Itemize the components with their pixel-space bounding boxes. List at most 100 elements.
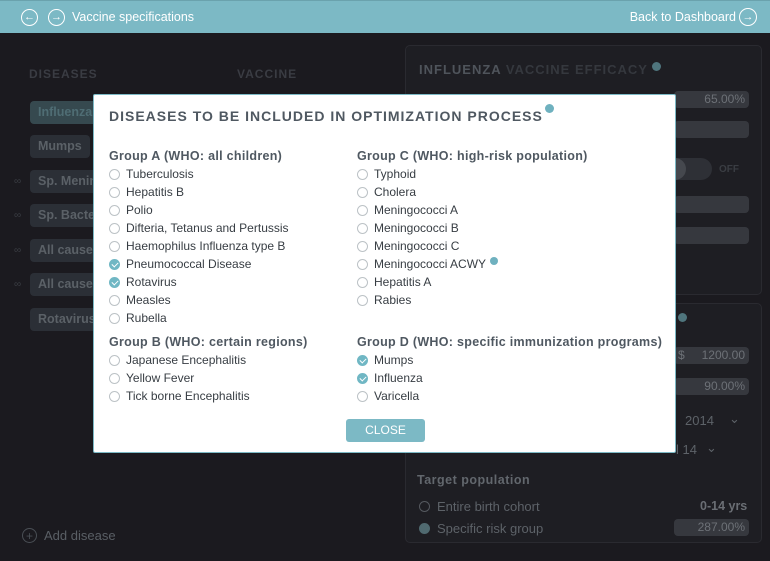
option-rotavirus[interactable]: Rotavirus [109,273,289,291]
checkbox[interactable] [109,294,120,306]
radio-specific-risk-group[interactable] [419,523,430,534]
option-measles[interactable]: Measles [109,291,289,309]
checkbox[interactable] [357,240,368,252]
chevron-down-icon[interactable]: ⌄ [706,440,717,456]
option-tick-borne-encephalitis[interactable]: Tick borne Encephalitis [109,387,308,405]
checkbox[interactable] [109,186,120,198]
option-mumps[interactable]: Mumps [357,351,662,369]
option-japanese-encephalitis[interactable]: Japanese Encephalitis [109,351,308,369]
checkbox[interactable] [109,168,120,180]
group-c: Group C (WHO: high-risk population) Typh… [357,149,588,309]
disease-chip-mumps[interactable]: Mumps [30,135,90,158]
option-hepatitis-b[interactable]: Hepatitis B [109,183,289,201]
option-label: Meningococci A [374,203,459,217]
checkbox[interactable] [357,276,368,288]
option-label: Haemophilus Influenza type B [126,239,286,253]
checkbox[interactable] [357,390,368,402]
checkbox-checked[interactable] [109,258,120,270]
option-label: Typhoid [374,167,417,181]
group-d: Group D (WHO: specific immunization prog… [357,335,662,405]
arrow-right-circle-icon[interactable]: → [739,8,757,26]
info-icon[interactable] [652,62,662,71]
risk-group-field[interactable]: 287.00% [674,519,749,536]
checkbox[interactable] [357,258,368,270]
option-meningococci-a[interactable]: Meningococci A [357,201,588,219]
back-arrow-icon[interactable]: ← [21,9,38,26]
option-label: Tick borne Encephalitis [126,389,250,403]
currency-symbol: $ [678,348,685,362]
checkbox[interactable] [357,222,368,234]
link-icon: ∞ [14,210,22,221]
checkbox[interactable] [109,222,120,234]
efficacy-field-3[interactable] [674,196,749,213]
checkbox-checked[interactable] [357,372,368,384]
checkbox[interactable] [109,240,120,252]
group-b: Group B (WHO: certain regions) Japanese … [109,335,308,405]
diseases-modal: DISEASES TO BE INCLUDED IN OPTIMIZATION … [93,94,676,453]
efficacy-field-4[interactable] [674,227,749,244]
option-meningococci-acwy[interactable]: Meningococci ACWY [357,255,588,273]
add-disease-button[interactable]: + Add disease [22,528,116,543]
option-rubella[interactable]: Rubella [109,309,289,327]
option-hepatitis-a[interactable]: Hepatitis A [357,273,588,291]
option-cholera[interactable]: Cholera [357,183,588,201]
toggle-state-label: OFF [719,164,739,175]
year-dropdown[interactable]: 2014 [685,413,714,428]
option-meningococci-c[interactable]: Meningococci C [357,237,588,255]
radio-entire-birth-cohort[interactable] [419,501,430,512]
checkbox[interactable] [109,312,120,324]
efficacy-field-2[interactable] [674,121,749,138]
back-to-dashboard-link[interactable]: Back to Dashboard [630,10,736,24]
checkbox[interactable] [357,204,368,216]
coverage-field[interactable]: 90.00% [674,378,749,395]
option-label: Measles [126,293,171,307]
group-title: Group C (WHO: high-risk population) [357,149,588,163]
option-label: Meningococci C [374,239,460,253]
efficacy-panel-title: INFLUENZA VACCINE EFFICACY [419,62,662,77]
price-field[interactable]: $ 1200.00 [674,347,749,364]
checkbox[interactable] [109,390,120,402]
disease-chip-all-cause-2[interactable]: All cause [30,273,101,296]
info-icon[interactable] [544,104,554,113]
option-polio[interactable]: Polio [109,201,289,219]
vaccine-header: VACCINE [237,67,298,81]
option-typhoid[interactable]: Typhoid [357,165,588,183]
checkbox[interactable] [109,354,120,366]
checkbox[interactable] [357,294,368,306]
checkbox[interactable] [357,186,368,198]
option-pneumococcal[interactable]: Pneumococcal Disease [109,255,289,273]
option-rabies[interactable]: Rabies [357,291,588,309]
modal-title-text: DISEASES TO BE INCLUDED IN OPTIMIZATION … [109,108,543,124]
checkbox-checked[interactable] [109,276,120,288]
age-dropdown[interactable]: l 14 [676,442,697,457]
close-button[interactable]: CLOSE [346,419,425,442]
option-label: Difteria, Tetanus and Pertussis [126,221,289,235]
option-dtp[interactable]: Difteria, Tetanus and Pertussis [109,219,289,237]
option-yellow-fever[interactable]: Yellow Fever [109,369,308,387]
option-label: Yellow Fever [126,371,195,385]
forward-arrow-icon[interactable]: → [48,9,65,26]
option-influenza[interactable]: Influenza [357,369,662,387]
option-meningococci-b[interactable]: Meningococci B [357,219,588,237]
info-icon[interactable] [678,313,687,322]
group-title: Group A (WHO: all children) [109,149,283,163]
info-icon[interactable] [490,257,499,265]
disease-chip-all-cause-1[interactable]: All cause [30,239,101,262]
option-varicella[interactable]: Varicella [357,387,662,405]
option-tuberculosis[interactable]: Tuberculosis [109,165,289,183]
disease-chip-influenza[interactable]: Influenza [30,101,101,124]
checkbox[interactable] [357,168,368,180]
link-icon: ∞ [14,245,22,256]
checkbox[interactable] [109,204,120,216]
checkbox[interactable] [109,372,120,384]
chevron-down-icon[interactable]: ⌄ [729,411,740,427]
top-bar: ← → Vaccine specifications Back to Dashb… [0,0,770,33]
efficacy-field[interactable]: 65.00% [674,91,749,108]
option-label: Influenza [374,371,423,385]
disease-name: INFLUENZA [419,62,502,77]
option-hib[interactable]: Haemophilus Influenza type B [109,237,289,255]
link-icon: ∞ [14,279,22,290]
option-label: Tuberculosis [126,167,194,181]
checkbox-checked[interactable] [357,354,368,366]
link-icon: ∞ [14,176,22,187]
